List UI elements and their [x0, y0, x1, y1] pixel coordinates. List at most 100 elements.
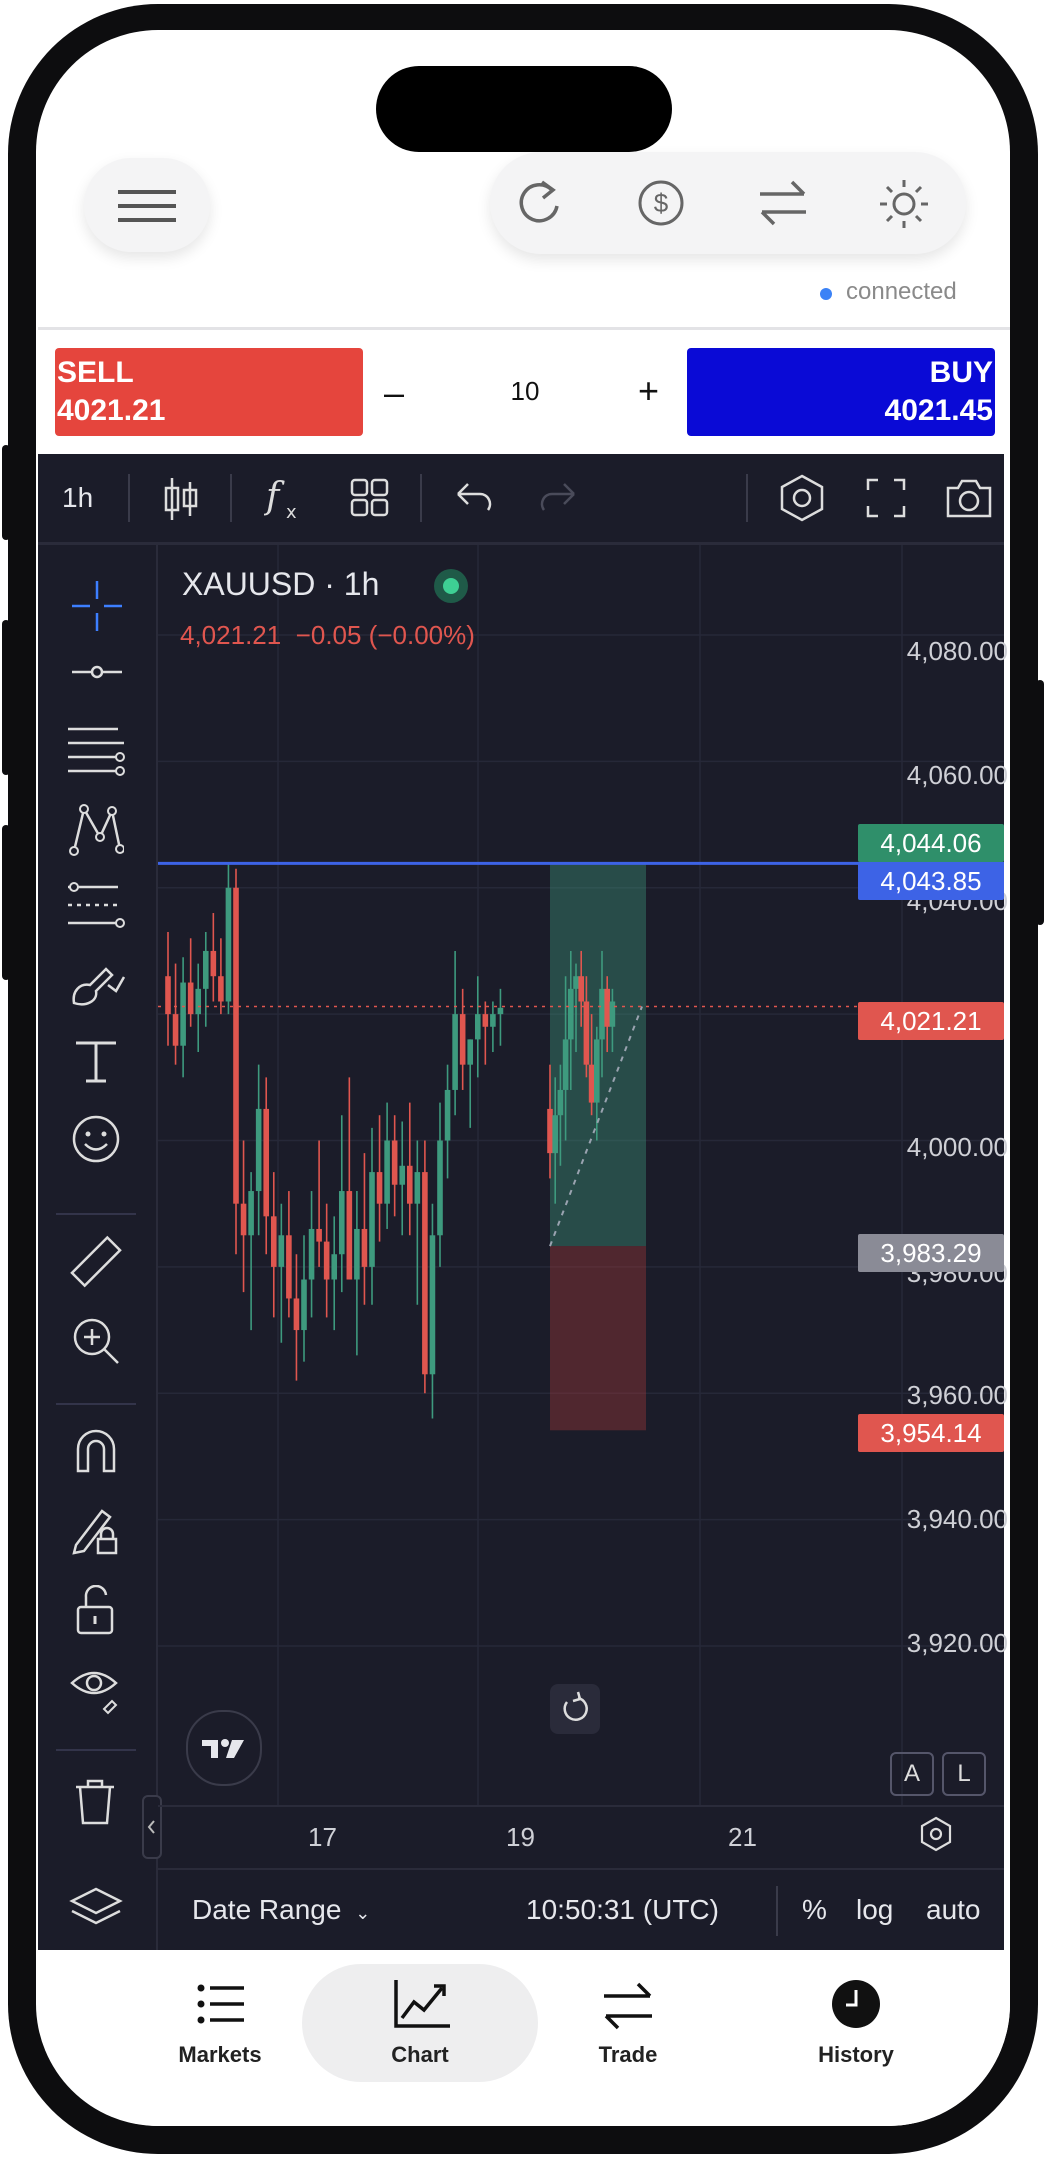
candle-body[interactable]	[233, 887, 239, 1204]
candle-body[interactable]	[293, 1298, 300, 1331]
axis-settings-icon[interactable]	[918, 1816, 954, 1852]
redo-icon[interactable]	[538, 480, 578, 514]
candle-body[interactable]	[444, 1089, 451, 1141]
candle-body[interactable]	[202, 950, 209, 989]
candle-body[interactable]	[346, 1191, 353, 1280]
utc-clock[interactable]: 10:50:31 (UTC)	[526, 1894, 719, 1926]
candle-body[interactable]	[316, 1228, 322, 1242]
settings-hex-icon[interactable]	[778, 474, 826, 522]
candle-body[interactable]	[301, 1279, 307, 1331]
candle-body[interactable]	[414, 1172, 421, 1204]
swap-arrows-icon[interactable]	[756, 176, 810, 230]
candle-body[interactable]	[474, 1014, 481, 1040]
candle-body[interactable]	[187, 982, 194, 1015]
sell-button[interactable]: SELL 4021.21	[55, 348, 363, 436]
stop-loss-zone[interactable]	[550, 1246, 646, 1431]
candle-body[interactable]	[376, 1172, 383, 1204]
candle-body[interactable]	[406, 1165, 413, 1204]
quantity-field[interactable]: 10	[480, 376, 570, 407]
trash-icon[interactable]	[72, 1777, 118, 1827]
candle-body[interactable]	[429, 1235, 436, 1375]
quantity-increase-button[interactable]: +	[638, 370, 659, 412]
undo-icon[interactable]	[454, 480, 494, 514]
dollar-coin-icon[interactable]: $	[636, 178, 686, 228]
candle-body[interactable]	[323, 1241, 330, 1280]
candle-body[interactable]	[391, 1140, 398, 1185]
candle-body[interactable]	[240, 1203, 247, 1236]
candle-body[interactable]	[263, 1108, 270, 1217]
magnet-icon[interactable]	[70, 1425, 122, 1477]
candle-body[interactable]	[165, 976, 171, 1015]
candle-body[interactable]	[195, 988, 202, 1015]
lock-drawing-icon[interactable]	[70, 1505, 122, 1559]
projection-icon[interactable]	[66, 881, 126, 931]
candle-body[interactable]	[482, 1014, 489, 1027]
menu-button[interactable]	[84, 158, 210, 252]
candle-body[interactable]	[331, 1254, 338, 1280]
camera-snapshot-icon[interactable]	[944, 476, 994, 520]
candle-body[interactable]	[255, 1108, 262, 1192]
candle-body[interactable]	[270, 1216, 277, 1267]
candle-body[interactable]	[594, 1039, 600, 1103]
candle-body[interactable]	[422, 1172, 428, 1375]
candle-body[interactable]	[604, 988, 610, 1027]
candle-body[interactable]	[180, 982, 186, 1046]
candle-body[interactable]	[547, 1108, 553, 1154]
candle-body[interactable]	[497, 1007, 504, 1015]
fib-lines-icon[interactable]	[66, 723, 126, 779]
layouts-grid-icon[interactable]	[350, 478, 390, 518]
indicators-fx-icon[interactable]: f x	[264, 474, 304, 524]
fullscreen-icon[interactable]	[866, 478, 906, 518]
quantity-decrease-button[interactable]: –	[384, 372, 404, 414]
candle-body[interactable]	[172, 1014, 179, 1046]
candles-icon[interactable]	[162, 476, 200, 522]
candle-body[interactable]	[369, 1172, 375, 1267]
candle-body[interactable]	[568, 988, 574, 1040]
candle-body[interactable]	[459, 1014, 466, 1065]
candle-body[interactable]	[225, 887, 232, 1002]
candle-body[interactable]	[562, 1039, 569, 1090]
interval-button[interactable]: 1h	[62, 482, 93, 514]
candle-body[interactable]	[338, 1191, 345, 1255]
nav-item-chart[interactable]: Chart	[360, 1978, 480, 2088]
candle-body[interactable]	[218, 976, 224, 1002]
candle-body[interactable]	[354, 1228, 360, 1280]
percent-scale-toggle[interactable]: %	[802, 1894, 827, 1926]
reset-chart-button[interactable]	[550, 1684, 600, 1734]
candle-body[interactable]	[384, 1140, 390, 1204]
nav-item-history[interactable]: History	[796, 1978, 916, 2088]
emoji-icon[interactable]	[70, 1113, 122, 1165]
candle-body[interactable]	[452, 1014, 458, 1090]
trend-line-icon[interactable]	[70, 657, 124, 687]
nav-item-markets[interactable]: Markets	[160, 1978, 280, 2088]
unlock-icon[interactable]	[72, 1585, 120, 1637]
candle-body[interactable]	[573, 976, 579, 989]
candle-body[interactable]	[583, 1001, 590, 1065]
auto-scale-toggle[interactable]: auto	[926, 1894, 981, 1926]
candle-body[interactable]	[578, 976, 584, 1002]
date-range-dropdown[interactable]: Date Range ⌄	[192, 1894, 370, 1926]
auto-scale-button[interactable]: A	[890, 1752, 934, 1796]
candle-body[interactable]	[361, 1228, 368, 1267]
candle-body[interactable]	[609, 1001, 616, 1027]
candle-body[interactable]	[490, 1014, 496, 1027]
log-scale-toggle[interactable]: log	[856, 1894, 893, 1926]
pattern-icon[interactable]	[68, 801, 124, 857]
sun-theme-icon[interactable]	[876, 176, 932, 232]
lock-scale-button[interactable]: L	[942, 1752, 986, 1796]
candle-body[interactable]	[278, 1235, 285, 1267]
crosshair-icon[interactable]	[70, 579, 124, 633]
buy-button[interactable]: BUY 4021.45	[687, 348, 995, 436]
nav-item-trade[interactable]: Trade	[568, 1978, 688, 2088]
price-chart[interactable]	[158, 545, 1004, 1805]
brush-icon[interactable]	[66, 955, 126, 1011]
candle-body[interactable]	[210, 950, 217, 977]
candle-body[interactable]	[286, 1235, 292, 1299]
candle-body[interactable]	[437, 1140, 443, 1236]
ruler-icon[interactable]	[68, 1235, 124, 1291]
candle-body[interactable]	[399, 1165, 406, 1185]
candle-body[interactable]	[588, 1064, 595, 1103]
eye-icon[interactable]	[68, 1663, 124, 1715]
layers-icon[interactable]	[68, 1885, 124, 1935]
candle-body[interactable]	[467, 1039, 474, 1065]
